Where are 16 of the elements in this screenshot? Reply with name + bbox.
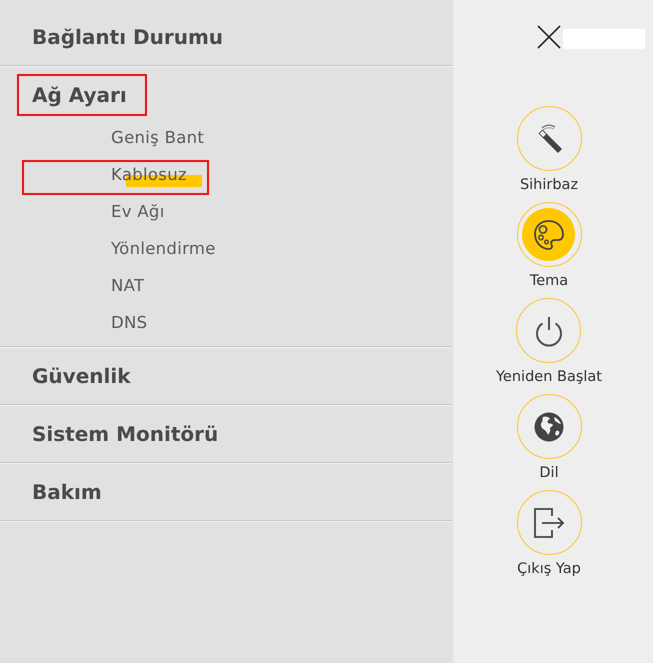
action-button[interactable]: Çıkış Yap (516, 490, 582, 579)
section-header[interactable]: Bağlantı Durumu (0, 8, 453, 65)
action-button[interactable]: Sihirbaz (516, 106, 582, 195)
section-header[interactable]: Güvenlik (0, 347, 453, 404)
submenu-item[interactable]: DNS (111, 303, 148, 340)
submenu-item[interactable]: Yönlendirme (111, 229, 216, 266)
submenu-item[interactable]: Ev Ağı (111, 192, 165, 229)
section-header[interactable]: Ağ Ayarı (0, 66, 453, 118)
section-header[interactable]: Sistem Monitörü (0, 405, 453, 462)
action-button[interactable]: Yeniden Başlat (496, 298, 602, 387)
submenu-item[interactable]: Geniş Bant (111, 118, 204, 155)
action-button[interactable]: Tema (516, 202, 582, 291)
close-icon[interactable] (537, 25, 561, 49)
submenu-item[interactable]: NAT (111, 266, 144, 303)
action-button[interactable]: Dil (516, 394, 582, 483)
section-header[interactable]: Bakım (0, 463, 453, 520)
